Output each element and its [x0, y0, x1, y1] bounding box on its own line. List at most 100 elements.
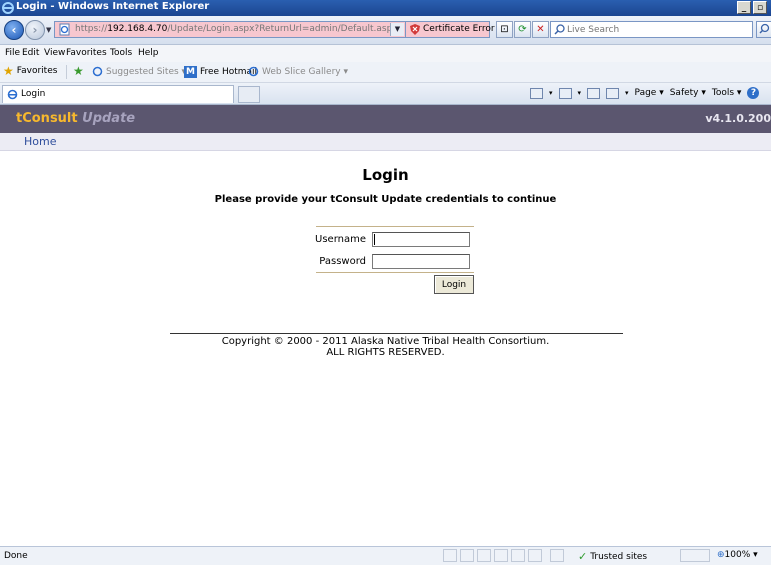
back-button[interactable]: ‹: [4, 20, 24, 40]
web-slice-gallery-label: Web Slice Gallery ▾: [262, 66, 348, 77]
page-subtitle: Please provide your tConsult Update cred…: [214, 194, 557, 205]
search-input[interactable]: [567, 23, 747, 36]
url-path: /Update/Login.aspx?ReturnUrl=admin/Defau…: [167, 24, 398, 34]
menu-file[interactable]: File: [5, 48, 20, 58]
add-to-favorites-button[interactable]: ★: [73, 64, 84, 78]
window-controls: _ ▫: [737, 1, 767, 14]
stop-icon[interactable]: ✕: [532, 21, 549, 38]
password-input[interactable]: [372, 254, 470, 269]
certificate-error-label: Certificate Error: [423, 24, 495, 34]
status-cell: [477, 549, 491, 562]
copyright-notice: Copyright © 2000 - 2011 Alaska Native Tr…: [0, 336, 771, 358]
login-button[interactable]: Login: [434, 275, 474, 294]
refresh-icon[interactable]: ⟳: [514, 21, 531, 38]
text-caret: [374, 234, 375, 245]
menu-tools[interactable]: Tools: [110, 48, 132, 58]
search-icon: [759, 23, 770, 34]
print-dropdown-icon[interactable]: ▾: [625, 89, 629, 97]
password-label: Password: [319, 256, 366, 267]
maximize-button[interactable]: ▫: [753, 1, 767, 14]
form-top-divider: [316, 226, 474, 227]
address-dropdown-icon[interactable]: ▼: [390, 23, 404, 36]
brand-name: tConsult: [16, 111, 78, 126]
app-version: v4.1.0.200: [705, 112, 771, 125]
page-menu[interactable]: Page ▾: [635, 88, 664, 98]
menu-bar: File Edit View Favorites Tools Help: [0, 45, 771, 63]
free-hotmail-link[interactable]: M Free Hotmail: [184, 66, 257, 78]
tab-bar: Login ▾ ▾ ▾ Page ▾ Safety ▾ Tools ▾ ?: [0, 83, 771, 105]
app-nav: Home: [0, 133, 771, 151]
brand-product: Update: [82, 111, 136, 126]
status-cell: [494, 549, 508, 562]
page-icon: [59, 23, 70, 36]
navigation-toolbar: ‹ › ▼ https://192.168.4.70/Update/Login.…: [0, 16, 771, 45]
suggested-sites-link[interactable]: Suggested Sites ▾: [92, 66, 186, 77]
suggested-sites-label: Suggested Sites ▾: [106, 66, 187, 77]
help-icon[interactable]: ?: [747, 87, 760, 99]
feeds-dropdown-icon[interactable]: ▾: [578, 89, 582, 97]
url-prefix: https://: [75, 24, 108, 34]
status-cell: [443, 549, 457, 562]
internet-explorer-icon: [7, 89, 18, 100]
footer-divider: [170, 333, 623, 334]
copyright-line-1: Copyright © 2000 - 2011 Alaska Native Tr…: [221, 336, 550, 347]
shield-error-icon: [410, 24, 420, 35]
username-input[interactable]: [372, 232, 470, 247]
security-zone[interactable]: ✓ Trusted sites: [578, 550, 647, 563]
status-bar: Done ✓ Trusted sites ⊕100% ▾: [0, 546, 771, 565]
ie-page-icon: [248, 66, 259, 77]
page-title: Login: [362, 166, 409, 184]
star-icon: ★: [3, 64, 14, 78]
favorites-button[interactable]: ★ Favorites: [3, 64, 58, 78]
tools-menu[interactable]: Tools ▾: [712, 88, 742, 98]
msn-icon: M: [184, 66, 197, 78]
zoom-icon: ⊕: [717, 550, 725, 560]
copyright-line-2: ALL RIGHTS RESERVED.: [326, 347, 445, 358]
minimize-button[interactable]: _: [737, 1, 751, 14]
status-cell: [528, 549, 542, 562]
tab-label: Login: [21, 89, 46, 99]
menu-help[interactable]: Help: [138, 48, 159, 58]
separator: [66, 65, 67, 79]
status-text: Done: [4, 551, 28, 561]
app-header: tConsult Update v4.1.0.200: [0, 105, 771, 133]
print-icon[interactable]: [606, 87, 620, 99]
command-bar: ▾ ▾ ▾ Page ▾ Safety ▾ Tools ▾ ?: [530, 87, 760, 99]
menu-favorites[interactable]: Favorites: [66, 48, 107, 58]
forward-button[interactable]: ›: [25, 20, 45, 40]
new-tab-button[interactable]: [238, 86, 260, 103]
check-icon: ✓: [578, 550, 588, 563]
menu-view[interactable]: View: [44, 48, 65, 58]
protected-mode-icon[interactable]: [680, 549, 710, 562]
ie-page-icon: [92, 66, 103, 77]
home-dropdown-icon[interactable]: ▾: [549, 89, 553, 97]
feeds-icon[interactable]: [558, 87, 572, 99]
web-slice-gallery-link[interactable]: Web Slice Gallery ▾: [248, 66, 348, 77]
live-search-icon: [554, 24, 565, 35]
nav-home-link[interactable]: Home: [24, 135, 56, 148]
safety-menu[interactable]: Safety ▾: [670, 88, 706, 98]
search-box[interactable]: [550, 21, 753, 38]
add-favorite-icon: ★: [73, 64, 84, 78]
zoom-control[interactable]: ⊕100% ▾: [717, 550, 758, 560]
url-host: 192.168.4.70: [107, 24, 168, 34]
certificate-error-button[interactable]: Certificate Error: [406, 21, 495, 38]
app-brand: tConsult Update: [16, 111, 135, 126]
recent-pages-dropdown-icon[interactable]: ▼: [46, 26, 51, 34]
compatibility-view-icon[interactable]: ⊡: [496, 21, 513, 38]
popup-blocker-icon[interactable]: [550, 549, 564, 562]
address-field[interactable]: https://192.168.4.70/Update/Login.aspx?R…: [54, 21, 406, 38]
zoom-level: 100%: [724, 550, 751, 560]
mail-icon[interactable]: [587, 87, 601, 99]
search-go-button[interactable]: [756, 21, 771, 38]
tab-login[interactable]: Login: [2, 85, 234, 103]
form-bottom-divider: [316, 272, 474, 273]
favorites-label: Favorites: [16, 66, 58, 76]
menu-edit[interactable]: Edit: [22, 48, 39, 58]
status-cell: [460, 549, 474, 562]
internet-explorer-icon: [2, 2, 14, 14]
home-icon[interactable]: [530, 87, 543, 99]
window-title: Login - Windows Internet Explorer: [16, 1, 210, 12]
security-zone-label: Trusted sites: [590, 551, 648, 562]
window-title-bar: Login - Windows Internet Explorer _ ▫: [0, 0, 771, 16]
